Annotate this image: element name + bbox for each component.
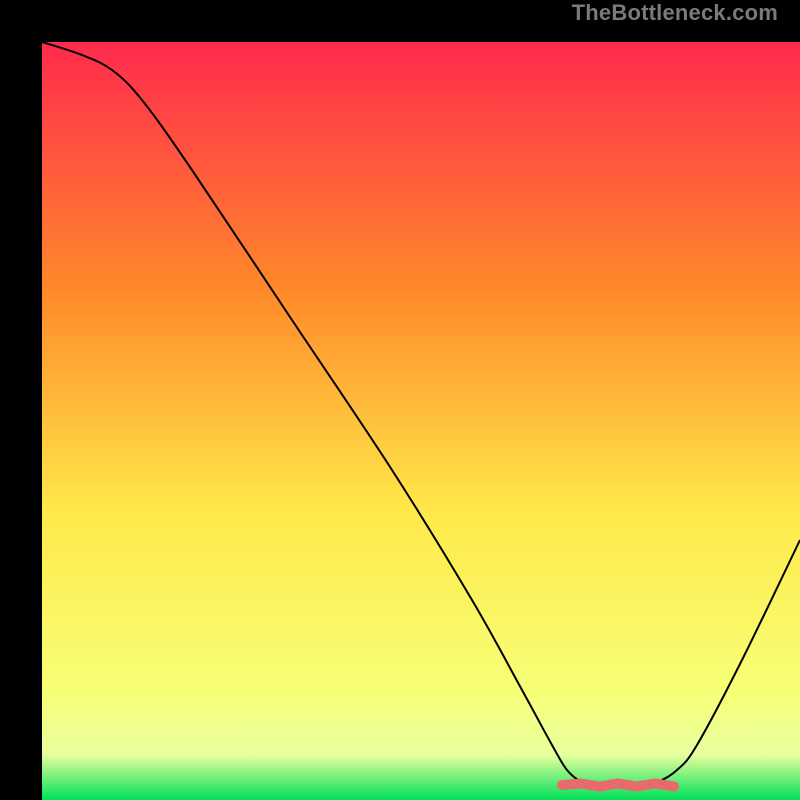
optimal-flat-segment — [562, 784, 674, 787]
chart-frame — [21, 21, 779, 779]
gradient-background — [42, 42, 800, 800]
bottleneck-chart — [42, 42, 800, 800]
watermark-text: TheBottleneck.com — [572, 0, 778, 26]
